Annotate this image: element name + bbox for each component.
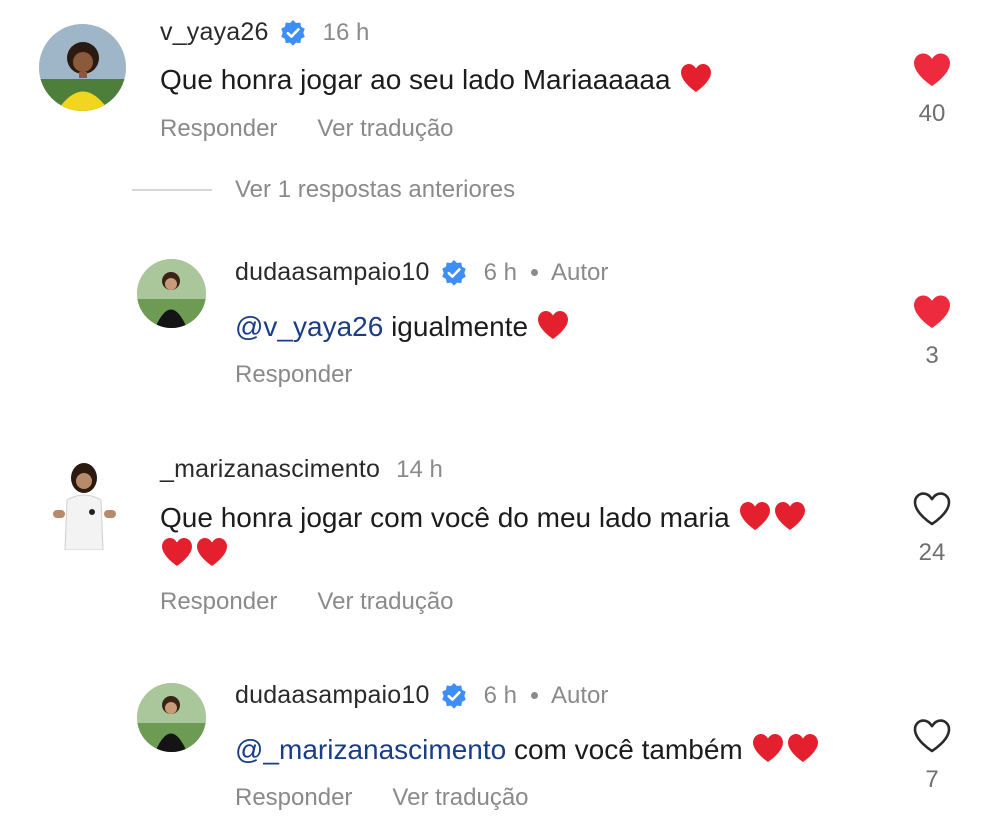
heart-outline-icon[interactable] xyxy=(912,718,952,754)
username[interactable]: v_yaya26 xyxy=(160,18,269,47)
comment-actions: Responder Ver tradução xyxy=(160,115,494,143)
see-translation-button[interactable]: Ver tradução xyxy=(317,588,453,616)
reply-header: dudaasampaio10 6 h Autor xyxy=(235,258,608,287)
like-group: 3 xyxy=(905,294,959,370)
reply-button[interactable]: Responder xyxy=(160,588,277,616)
comment-line-1: Que honra jogar com você do meu lado mar… xyxy=(160,499,850,537)
comment-actions: Responder Ver tradução xyxy=(160,588,494,616)
red-heart-emoji xyxy=(679,63,713,93)
reply-actions: Responder Ver tradução xyxy=(235,784,569,812)
mention-link[interactable]: @_marizanascimento xyxy=(235,734,506,765)
heart-outline-icon[interactable] xyxy=(912,491,952,527)
username[interactable]: dudaasampaio10 xyxy=(235,258,430,287)
avatar-image xyxy=(47,460,122,550)
author-label: Autor xyxy=(551,258,609,286)
reply-button[interactable]: Responder xyxy=(235,784,352,812)
red-heart-emoji xyxy=(160,537,194,567)
red-heart-emoji xyxy=(786,733,820,763)
heart-filled-icon[interactable] xyxy=(912,52,952,88)
see-translation-button[interactable]: Ver tradução xyxy=(392,784,528,812)
comment-text: Que honra jogar ao seu lado Mariaaaaaa xyxy=(160,61,850,99)
comment-line-2 xyxy=(160,535,850,573)
reply-text: @_marizanascimento com você também xyxy=(235,731,925,769)
red-heart-emoji xyxy=(536,310,570,340)
reply-button[interactable]: Responder xyxy=(235,361,352,389)
timestamp: 14 h xyxy=(396,455,443,483)
red-heart-emoji xyxy=(773,501,807,531)
like-count: 3 xyxy=(925,342,939,369)
reply-button[interactable]: Responder xyxy=(160,115,277,143)
reply-body: igualmente xyxy=(383,311,529,342)
divider-line xyxy=(132,189,212,191)
avatar-image xyxy=(39,24,126,111)
verified-badge-icon xyxy=(440,259,468,287)
comment-text: Que honra jogar com você do meu lado mar… xyxy=(160,499,850,573)
like-group: 40 xyxy=(905,52,959,128)
avatar[interactable] xyxy=(39,24,126,111)
like-group: 24 xyxy=(905,491,959,567)
heart-filled-icon[interactable] xyxy=(912,294,952,330)
avatar-image xyxy=(137,683,206,752)
reply-text: @v_yaya26 igualmente xyxy=(235,308,925,346)
view-previous-replies-label: Ver 1 respostas anteriores xyxy=(235,176,516,203)
separator-dot xyxy=(531,269,538,276)
separator-dot xyxy=(531,692,538,699)
red-heart-emoji xyxy=(751,733,785,763)
red-heart-emoji xyxy=(738,501,772,531)
avatar-image xyxy=(137,259,206,328)
comment-header: v_yaya26 16 h xyxy=(160,18,369,47)
reply-body: com você também xyxy=(506,734,743,765)
timestamp: 6 h xyxy=(483,258,517,286)
username[interactable]: _marizanascimento xyxy=(160,455,380,484)
like-count: 7 xyxy=(925,766,939,793)
timestamp: 6 h xyxy=(483,681,517,709)
comment-header: _marizanascimento 14 h xyxy=(160,455,443,484)
mention-link[interactable]: @v_yaya26 xyxy=(235,311,383,342)
timestamp: 16 h xyxy=(322,18,370,46)
avatar[interactable] xyxy=(137,259,206,328)
reply-actions: Responder xyxy=(235,361,392,389)
avatar[interactable] xyxy=(47,460,122,550)
comment-body: Que honra jogar com você do meu lado mar… xyxy=(160,502,730,533)
verified-badge-icon xyxy=(279,19,307,47)
comment-body: Que honra jogar ao seu lado Mariaaaaaa xyxy=(160,64,671,95)
avatar[interactable] xyxy=(137,683,206,752)
view-previous-replies-button[interactable]: Ver 1 respostas anteriores xyxy=(132,176,515,204)
red-heart-emoji xyxy=(195,537,229,567)
like-group: 7 xyxy=(905,718,959,794)
reply-header: dudaasampaio10 6 h Autor xyxy=(235,681,608,710)
username[interactable]: dudaasampaio10 xyxy=(235,681,430,710)
like-count: 40 xyxy=(918,100,946,127)
author-label: Autor xyxy=(551,681,609,709)
like-count: 24 xyxy=(918,539,946,566)
see-translation-button[interactable]: Ver tradução xyxy=(317,115,453,143)
verified-badge-icon xyxy=(440,682,468,710)
